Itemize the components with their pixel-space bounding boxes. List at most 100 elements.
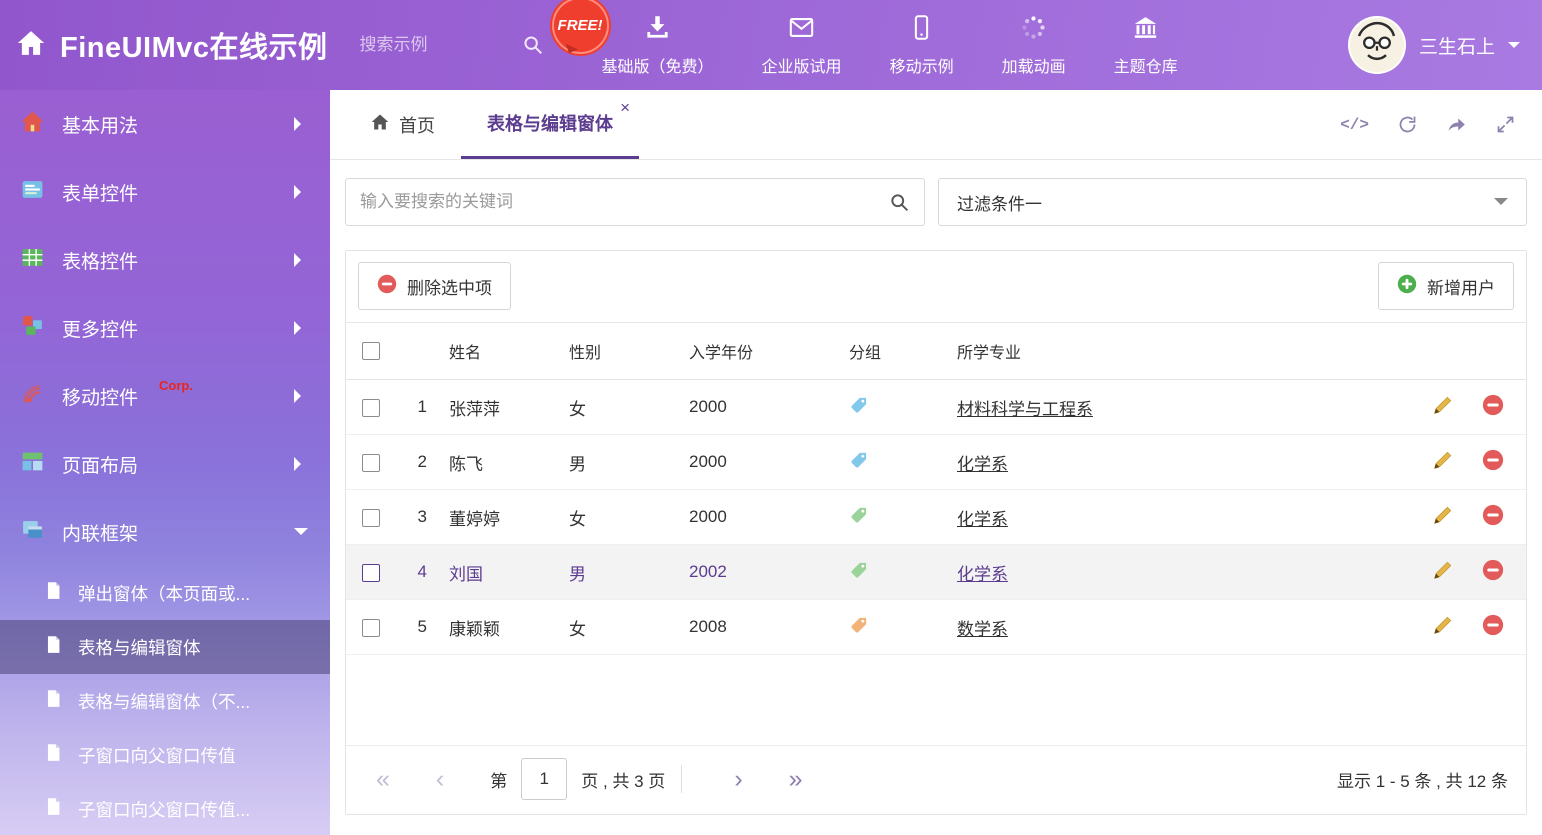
tag-icon xyxy=(849,450,869,470)
delete-icon[interactable] xyxy=(1482,614,1504,636)
row-checkbox[interactable] xyxy=(362,509,380,527)
edit-icon[interactable] xyxy=(1432,449,1454,471)
sidebar-item-iframe[interactable]: 内联框架 xyxy=(0,498,330,566)
table-row[interactable]: 1 张萍萍 女 2000 材料科学与工程系 xyxy=(346,380,1526,435)
next-page-icon[interactable]: › xyxy=(734,767,742,792)
delete-button-label: 删除选中项 xyxy=(407,274,492,299)
tab-home[interactable]: 首页 xyxy=(344,90,461,159)
row-checkbox[interactable] xyxy=(362,564,380,582)
record-summary: 显示 1 - 5 条 , 共 12 条 xyxy=(1337,767,1508,792)
open-new-window-icon[interactable] xyxy=(1446,114,1467,135)
cell-name: 康颖颖 xyxy=(441,600,561,655)
table-row-selected[interactable]: 4 刘国 男 2002 化学系 xyxy=(346,545,1526,600)
cell-year: 2008 xyxy=(681,600,841,655)
nav-item-theme-store[interactable]: 主题仓库 xyxy=(1114,14,1178,77)
tab-grid-edit-window[interactable]: 表格与编辑窗体 × xyxy=(461,90,639,159)
corp-badge: Corp. xyxy=(159,378,193,393)
source-code-icon[interactable]: </> xyxy=(1340,116,1369,134)
cell-name: 张萍萍 xyxy=(441,380,561,435)
pagination-bar: « ‹ 第 页 , 共 3 页 › » 显示 1 - 5 条 , 共 12 条 xyxy=(346,745,1526,814)
nav-item-label: 主题仓库 xyxy=(1114,53,1178,77)
nav-item-enterprise-trial[interactable]: 企业版试用 xyxy=(762,14,842,77)
sidebar-item-page-layout[interactable]: 页面布局 xyxy=(0,430,330,498)
first-page-icon[interactable]: « xyxy=(376,767,390,792)
cell-year: 2000 xyxy=(681,380,841,435)
row-index: 5 xyxy=(396,600,441,655)
form-icon xyxy=(20,177,45,208)
search-icon[interactable] xyxy=(522,34,544,56)
table-row[interactable]: 2 陈飞 男 2000 化学系 xyxy=(346,435,1526,490)
delete-icon[interactable] xyxy=(1482,559,1504,581)
keyword-input[interactable] xyxy=(360,192,889,212)
sidebar-item-more-controls[interactable]: 更多控件 xyxy=(0,294,330,362)
refresh-icon[interactable] xyxy=(1397,114,1418,135)
delete-icon[interactable] xyxy=(1482,449,1504,471)
row-checkbox[interactable] xyxy=(362,454,380,472)
sidebar-item-mobile-controls[interactable]: 移动控件 Corp. xyxy=(0,362,330,430)
delete-selected-button[interactable]: 删除选中项 xyxy=(358,262,511,310)
cell-name: 董婷婷 xyxy=(441,490,561,545)
file-icon xyxy=(44,797,63,821)
edit-icon[interactable] xyxy=(1432,504,1454,526)
sidebar-item-form-controls[interactable]: 表单控件 xyxy=(0,158,330,226)
mobile-icon xyxy=(908,14,935,46)
edit-icon[interactable] xyxy=(1432,614,1454,636)
content: 过滤条件一 删除选中项 新增用户 xyxy=(330,160,1542,835)
fullscreen-icon[interactable] xyxy=(1495,114,1516,135)
user-menu[interactable]: 三生石上 xyxy=(1348,16,1520,74)
col-major: 所学专业 xyxy=(949,323,1401,380)
edit-icon[interactable] xyxy=(1432,559,1454,581)
prev-page-icon[interactable]: ‹ xyxy=(436,767,444,792)
major-link[interactable]: 化学系 xyxy=(957,455,1008,474)
row-index: 1 xyxy=(396,380,441,435)
avatar xyxy=(1348,16,1406,74)
sidebar-item-label: 表格控件 xyxy=(62,247,138,274)
home-icon xyxy=(370,112,390,137)
delete-icon[interactable] xyxy=(1482,394,1504,416)
minus-circle-icon xyxy=(377,274,397,299)
last-page-icon[interactable]: » xyxy=(789,767,803,792)
delete-icon[interactable] xyxy=(1482,504,1504,526)
cell-gender: 女 xyxy=(561,600,681,655)
major-link[interactable]: 数学系 xyxy=(957,620,1008,639)
nav-item-loading-animations[interactable]: 加载动画 xyxy=(1002,14,1066,77)
select-all-checkbox[interactable] xyxy=(362,342,380,360)
sidebar-subitem-popup-window[interactable]: 弹出窗体（本页面或... xyxy=(0,566,330,620)
nav-item-label: 移动示例 xyxy=(890,53,954,77)
close-icon[interactable]: × xyxy=(620,99,630,116)
filter-dropdown[interactable]: 过滤条件一 xyxy=(938,178,1527,226)
envelope-icon xyxy=(788,14,815,46)
major-link[interactable]: 化学系 xyxy=(957,510,1008,529)
nav-item-mobile-demo[interactable]: 移动示例 xyxy=(890,14,954,77)
home-colored-icon xyxy=(20,109,45,140)
edit-icon[interactable] xyxy=(1432,394,1454,416)
data-table: 姓名 性别 入学年份 分组 所学专业 1 张萍萍 xyxy=(346,322,1526,655)
sidebar-item-grid-controls[interactable]: 表格控件 xyxy=(0,226,330,294)
sidebar-subitem-grid-edit-window[interactable]: 表格与编辑窗体 xyxy=(0,620,330,674)
download-icon xyxy=(644,14,671,46)
page-number-input[interactable] xyxy=(521,758,567,800)
col-gender: 性别 xyxy=(561,323,681,380)
nav-item-basic-edition[interactable]: FREE! 基础版（免费） xyxy=(602,14,714,77)
sidebar-subitem-grid-edit-window-alt[interactable]: 表格与编辑窗体（不... xyxy=(0,674,330,728)
sidebar-subitem-child-to-parent[interactable]: 子窗口向父窗口传值 xyxy=(0,728,330,782)
page-suffix-label: 页 , 共 3 页 xyxy=(581,767,665,792)
file-icon xyxy=(44,689,63,713)
header-search-input[interactable] xyxy=(360,35,510,55)
sidebar-item-basic-usage[interactable]: 基本用法 xyxy=(0,90,330,158)
table-row[interactable]: 5 康颖颖 女 2008 数学系 xyxy=(346,600,1526,655)
sidebar-item-label: 移动控件 xyxy=(62,383,138,410)
file-icon xyxy=(44,743,63,767)
file-icon xyxy=(44,581,63,605)
major-link[interactable]: 材料科学与工程系 xyxy=(957,400,1093,419)
major-link[interactable]: 化学系 xyxy=(957,565,1008,584)
search-icon[interactable] xyxy=(889,192,910,213)
table-row[interactable]: 3 董婷婷 女 2000 化学系 xyxy=(346,490,1526,545)
sidebar-subitem-child-to-parent-alt[interactable]: 子窗口向父窗口传值... xyxy=(0,782,330,835)
sidebar-subitem-label: 弹出窗体（本页面或... xyxy=(78,581,250,606)
row-checkbox[interactable] xyxy=(362,399,380,417)
col-name: 姓名 xyxy=(441,323,561,380)
header-search xyxy=(360,34,544,56)
row-checkbox[interactable] xyxy=(362,619,380,637)
add-user-button[interactable]: 新增用户 xyxy=(1378,262,1514,310)
